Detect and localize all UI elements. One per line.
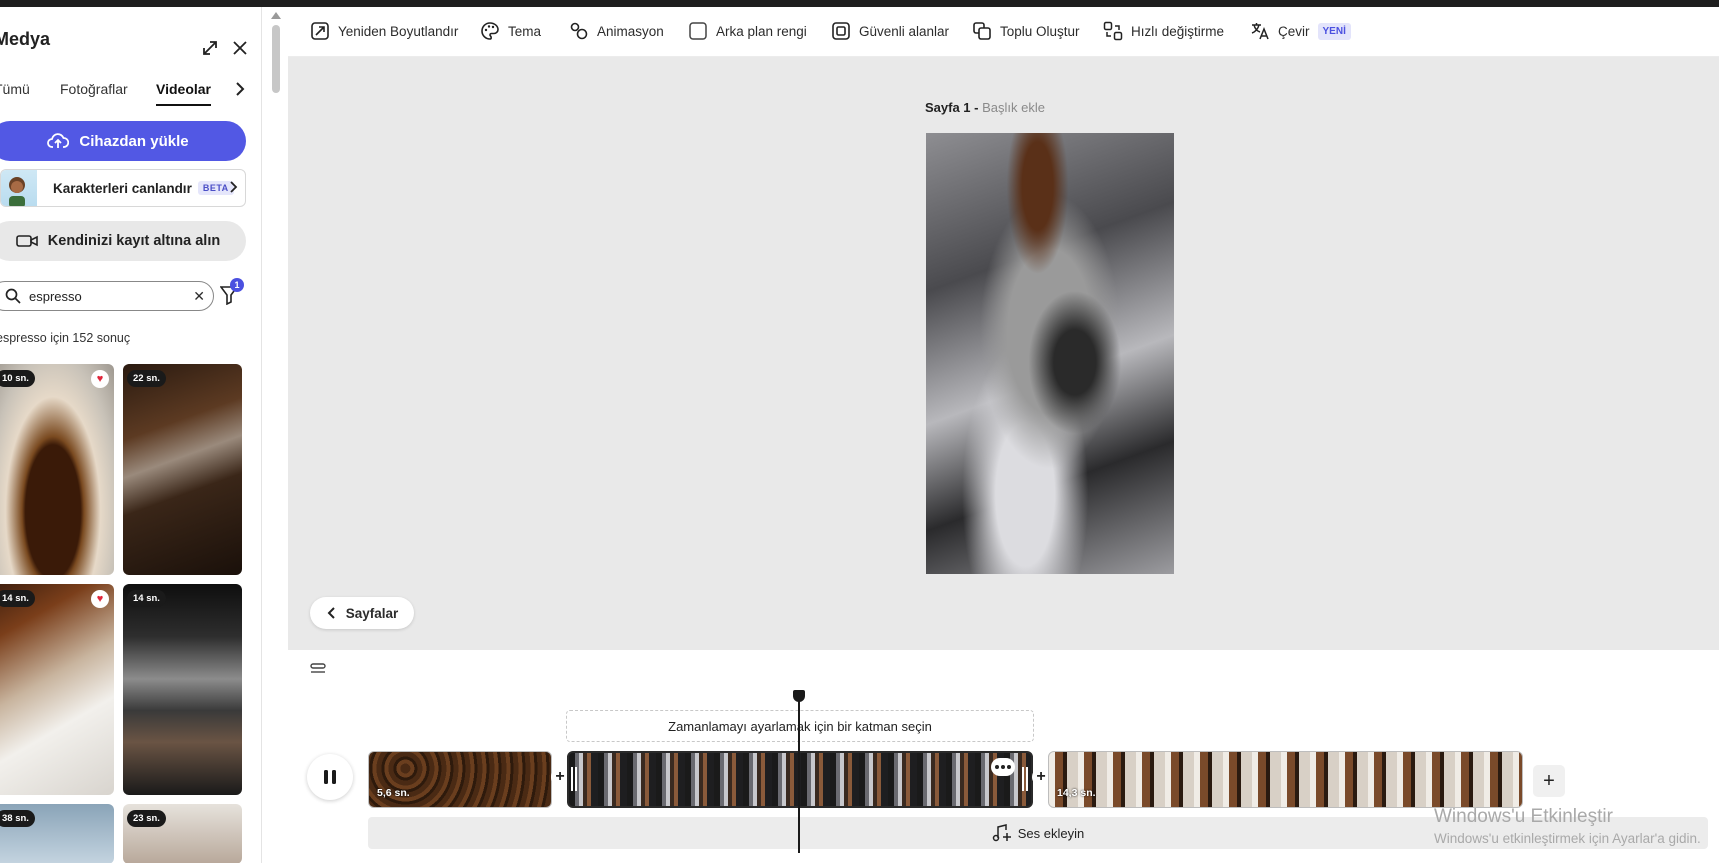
bulk-create-button[interactable]: Toplu Oluştur bbox=[972, 21, 1080, 41]
upload-label: Cihazdan yükle bbox=[79, 132, 189, 150]
media-panel: Medya Tümü Fotoğraflar Videolar Cihazdan… bbox=[0, 7, 262, 863]
background-color-icon bbox=[689, 22, 707, 40]
add-page-button[interactable]: + bbox=[1533, 765, 1565, 797]
video-thumbnail[interactable]: 14 sn. bbox=[123, 584, 242, 795]
video-thumbnail[interactable]: 22 sn. bbox=[123, 364, 242, 575]
clip-trim-handle-right[interactable] bbox=[1021, 767, 1029, 791]
clip-duration: 14,3 sn. bbox=[1057, 787, 1096, 799]
search-input[interactable] bbox=[29, 288, 189, 304]
top-edge-bar bbox=[0, 0, 1719, 7]
filter-count-badge: 1 bbox=[230, 278, 244, 292]
record-label: Kendinizi kayıt altına alın bbox=[47, 233, 221, 249]
safe-area-icon bbox=[832, 22, 850, 40]
resize-label: Yeniden Boyutlandır bbox=[338, 23, 459, 39]
media-tabs: Tümü Fotoğraflar Videolar bbox=[0, 73, 245, 106]
editor-toolbar: Yeniden Boyutlandır Tema Animasyon Arka … bbox=[288, 7, 1719, 57]
theme-button[interactable]: Tema bbox=[480, 21, 541, 41]
video-thumbnail[interactable]: 10 sn. ♥ bbox=[0, 364, 114, 575]
panel-title: Medya bbox=[0, 29, 51, 49]
clip-trim-handle-left[interactable] bbox=[570, 767, 578, 791]
background-color-label: Arka plan rengi bbox=[716, 23, 807, 39]
safe-areas-button[interactable]: Güvenli alanlar bbox=[831, 21, 949, 41]
record-yourself-button[interactable]: Kendinizi kayıt altına alın bbox=[0, 221, 246, 261]
expand-icon[interactable] bbox=[198, 36, 222, 60]
pause-button[interactable] bbox=[307, 754, 353, 800]
video-duration: 22 sn. bbox=[127, 370, 166, 387]
tab-videos[interactable]: Videolar bbox=[156, 81, 211, 106]
scroll-thumb[interactable] bbox=[272, 25, 280, 93]
video-thumbnail[interactable]: 38 sn. bbox=[0, 804, 114, 863]
clear-search-icon[interactable]: ✕ bbox=[193, 288, 205, 305]
resize-button[interactable]: Yeniden Boyutlandır bbox=[310, 21, 458, 41]
clip-duration: 5,6 sn. bbox=[377, 787, 410, 799]
video-thumbnail[interactable]: 14 sn. ♥ bbox=[0, 584, 114, 795]
pages-button[interactable]: Sayfalar bbox=[310, 597, 414, 629]
cloud-upload-icon bbox=[47, 133, 70, 148]
palette-icon bbox=[481, 22, 499, 40]
video-duration: 14 sn. bbox=[127, 590, 166, 607]
video-preview[interactable] bbox=[926, 133, 1174, 574]
watermark-title: Windows'u Etkinleştir bbox=[1434, 806, 1613, 827]
playhead-handle[interactable] bbox=[793, 690, 805, 702]
animation-button[interactable]: Animasyon bbox=[569, 21, 664, 41]
pages-label: Sayfalar bbox=[345, 605, 399, 621]
bulk-create-icon bbox=[973, 22, 991, 40]
video-duration: 14 sn. bbox=[0, 590, 35, 607]
quick-swap-button[interactable]: Hızlı değiştirme bbox=[1103, 21, 1224, 41]
search-icon bbox=[5, 288, 21, 304]
favorite-heart-icon[interactable]: ♥ bbox=[91, 590, 109, 608]
video-thumbnail[interactable]: 23 sn. bbox=[123, 804, 242, 863]
timeline-clip[interactable]: 5,6 sn. bbox=[368, 751, 552, 808]
close-icon[interactable] bbox=[228, 36, 252, 60]
pause-icon bbox=[324, 770, 336, 784]
results-count: espresso için 152 sonuç bbox=[0, 331, 131, 345]
timeline-clip[interactable]: 14,3 sn. bbox=[1048, 751, 1523, 808]
collapse-timeline-icon[interactable] bbox=[310, 662, 326, 676]
chevron-right-icon[interactable] bbox=[228, 77, 252, 101]
video-duration: 23 sn. bbox=[127, 810, 166, 827]
watermark-subtitle: Windows'u etkinleştirmek için Ayarlar'a … bbox=[1434, 831, 1701, 846]
bulk-create-label: Toplu Oluştur bbox=[1000, 23, 1080, 39]
quick-swap-label: Hızlı değiştirme bbox=[1131, 23, 1225, 39]
windows-activation-watermark: Windows'u Etkinleştir Windows'u etkinleş… bbox=[1434, 806, 1701, 846]
new-badge: YENİ bbox=[1317, 22, 1351, 40]
playhead bbox=[798, 696, 800, 853]
add-title-link[interactable]: Başlık ekle bbox=[982, 100, 1045, 115]
translate-label: Çevir bbox=[1278, 23, 1310, 39]
clip-more-options-button[interactable] bbox=[991, 758, 1015, 776]
background-color-button[interactable]: Arka plan rengi bbox=[688, 21, 807, 41]
translate-icon bbox=[1251, 23, 1269, 40]
panel-scrollbar[interactable] bbox=[268, 7, 286, 863]
translate-button[interactable]: Çevir YENİ bbox=[1250, 21, 1351, 41]
animate-characters-card[interactable]: Karakterleri canlandır BETA bbox=[0, 169, 246, 207]
chevron-left-icon bbox=[327, 607, 335, 619]
video-duration: 38 sn. bbox=[0, 810, 35, 827]
theme-label: Tema bbox=[508, 23, 542, 39]
animate-label: Karakterleri canlandır bbox=[53, 180, 192, 196]
quick-swap-icon bbox=[1103, 21, 1123, 41]
add-audio-label: Ses ekleyin bbox=[1017, 825, 1085, 841]
chevron-right-icon bbox=[229, 180, 239, 199]
music-add-icon bbox=[992, 824, 1011, 842]
safe-areas-label: Güvenli alanlar bbox=[859, 23, 950, 39]
video-camera-icon bbox=[15, 235, 38, 247]
favorite-heart-icon[interactable]: ♥ bbox=[91, 370, 109, 388]
page-number: Sayfa 1 - bbox=[925, 100, 979, 115]
animation-icon bbox=[570, 22, 588, 40]
animation-label: Animasyon bbox=[597, 23, 664, 39]
page-label: Sayfa 1 - Başlık ekle bbox=[925, 100, 1045, 115]
character-thumbnail bbox=[1, 170, 37, 206]
scroll-up-arrow-icon[interactable] bbox=[271, 12, 281, 19]
tab-all[interactable]: Tümü bbox=[0, 81, 30, 97]
resize-icon bbox=[311, 22, 329, 40]
upload-from-device-button[interactable]: Cihazdan yükle bbox=[0, 121, 246, 161]
timing-hint: Zamanlamayı ayarlamak için bir katman se… bbox=[566, 710, 1034, 742]
tab-photos[interactable]: Fotoğraflar bbox=[60, 81, 128, 97]
video-duration: 10 sn. bbox=[0, 370, 35, 387]
timeline-clip-selected[interactable] bbox=[567, 751, 1033, 808]
search-box: ✕ bbox=[0, 281, 214, 311]
